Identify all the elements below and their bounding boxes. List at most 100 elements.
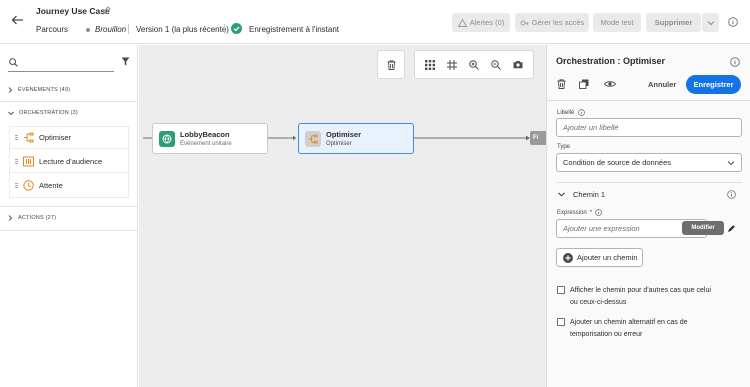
delete-button[interactable]: Supprimer — [646, 13, 701, 32]
section-events[interactable]: ÉVÉNEMENTS (49) — [8, 87, 70, 93]
header-divider — [128, 24, 129, 34]
divider — [0, 230, 138, 231]
breadcrumb-parcours: Parcours — [36, 25, 69, 34]
node-lobbybeacon[interactable]: LobbyBeacon Événement unitaire — [152, 123, 268, 154]
divider — [0, 206, 138, 207]
node-title: Optimiser — [326, 130, 362, 139]
test-label: Mode test — [600, 18, 634, 27]
label-placeholder: Ajouter un libellé — [563, 123, 619, 132]
label-input[interactable]: Ajouter un libellé — [556, 118, 742, 137]
back-arrow-icon[interactable] — [11, 15, 24, 25]
journey-header: Journey Use Case Parcours Brouillon Vers… — [0, 0, 750, 44]
expression-title-text: Expression — [557, 209, 587, 216]
path-1-toggle[interactable]: Chemin 1 — [558, 190, 605, 199]
modify-tooltip: Modifier — [682, 221, 724, 235]
info-icon[interactable] — [730, 57, 740, 67]
drag-handle-icon — [15, 183, 18, 188]
alerts-label: Alertes (0) — [469, 18, 505, 27]
end-node-label: Fi — [533, 135, 539, 141]
info-icon[interactable] — [578, 109, 586, 116]
section-events-label: ÉVÉNEMENTS (49) — [18, 87, 71, 93]
section-actions-label: ACTIONS (27) — [18, 215, 57, 221]
label-field-title: Libellé — [557, 109, 586, 116]
optimize-icon — [305, 131, 321, 147]
duplicate-icon[interactable] — [579, 79, 589, 89]
timeout-path-checkbox[interactable] — [557, 318, 565, 326]
properties-panel: Orchestration : Optimiser Annuler Enregi… — [546, 45, 750, 387]
edit-pencil-icon[interactable] — [727, 224, 736, 233]
status-dot-icon — [86, 28, 90, 32]
connector-lines — [143, 135, 530, 141]
search-input[interactable] — [8, 71, 114, 72]
divider — [547, 100, 750, 101]
tooltip-text: Modifier — [691, 225, 715, 231]
optimize-icon — [23, 132, 34, 143]
required-asterisk-icon: * — [589, 209, 593, 216]
drag-handle-icon — [15, 134, 18, 140]
version-label: Version 1 (la plus récente) — [136, 25, 229, 34]
chevron-down-icon — [707, 20, 715, 26]
chevron-right-icon — [8, 87, 13, 93]
info-icon[interactable] — [727, 190, 736, 199]
section-orchestration[interactable]: ORCHESTRATION (3) — [8, 110, 78, 116]
palette-item-label: Lecture d'audience — [39, 156, 103, 166]
node-title: LobbyBeacon — [180, 130, 230, 139]
status-badge: Brouillon — [95, 25, 127, 34]
more-dropdown-button[interactable] — [702, 13, 719, 32]
delete-label: Supprimer — [654, 18, 693, 27]
edit-pencil-icon[interactable] — [102, 6, 111, 15]
type-value: Condition de source de données — [563, 158, 671, 167]
other-cases-label: Afficher le chemin pour d'autres cas que… — [570, 287, 711, 306]
panel-title: Orchestration : Optimiser — [556, 56, 666, 66]
expression-field-title: Expression * — [557, 209, 602, 216]
header-divider — [224, 24, 225, 34]
filter-icon[interactable] — [121, 57, 130, 66]
chevron-right-icon — [8, 215, 13, 221]
access-icon — [520, 19, 529, 27]
drag-handle-icon — [15, 158, 18, 164]
audience-icon — [23, 156, 34, 167]
section-actions[interactable]: ACTIONS (27) — [8, 215, 56, 221]
node-subtitle: Optimiser — [326, 141, 352, 147]
access-label: Gérer les accès — [531, 18, 585, 27]
palette-item-read-audience[interactable]: Lecture d'audience — [9, 150, 128, 173]
trash-icon[interactable] — [557, 79, 566, 89]
journey-canvas[interactable]: LobbyBeacon Événement unitaire Optimiser… — [139, 45, 546, 387]
manage-access-button[interactable]: Gérer les accès — [515, 13, 589, 32]
chevron-down-icon — [558, 192, 565, 197]
info-icon[interactable] — [728, 17, 738, 27]
add-path-label: Ajouter un chemin — [577, 253, 638, 262]
node-subtitle: Événement unitaire — [180, 141, 232, 147]
node-optimiser[interactable]: Optimiser Optimiser — [298, 123, 414, 154]
expression-placeholder: Ajouter une expression — [563, 224, 640, 233]
palette-item-label: Optimiser — [39, 132, 72, 142]
timeout-path-label: Ajouter un chemin alternatif en cas de t… — [570, 319, 688, 338]
other-cases-checkbox[interactable] — [557, 286, 565, 294]
test-mode-button[interactable]: Mode test — [593, 13, 641, 32]
saved-check-icon — [231, 23, 242, 34]
palette-item-optimiser[interactable]: Optimiser — [9, 126, 128, 149]
section-orchestration-label: ORCHESTRATION (3) — [19, 110, 78, 116]
info-icon[interactable] — [595, 209, 602, 216]
save-button[interactable]: Enregistrer — [686, 75, 741, 94]
globe-icon — [159, 131, 175, 147]
type-field-title: Type — [557, 144, 571, 150]
palette-item-wait[interactable]: Attente — [9, 174, 128, 197]
save-status: Enregistrement à l'instant — [249, 25, 340, 34]
alert-triangle-icon — [457, 18, 467, 27]
alerts-button[interactable]: Alertes (0) — [452, 13, 510, 32]
path-1-title: Chemin 1 — [573, 190, 606, 199]
journey-title: Journey Use Case — [36, 6, 110, 16]
chevron-down-icon — [727, 160, 735, 166]
end-node[interactable]: Fi — [530, 131, 546, 145]
eye-icon[interactable] — [604, 80, 616, 88]
clock-icon — [23, 180, 34, 191]
search-icon — [9, 58, 18, 67]
activity-palette: ÉVÉNEMENTS (49) ORCHESTRATION (3) Optimi… — [0, 45, 138, 387]
add-path-button[interactable]: Ajouter un chemin — [556, 248, 643, 267]
label-title-text: Libellé — [557, 109, 575, 116]
cancel-button[interactable]: Annuler — [648, 80, 676, 89]
type-select[interactable]: Condition de source de données — [556, 153, 742, 172]
divider — [0, 101, 138, 102]
add-circle-icon — [563, 252, 573, 263]
